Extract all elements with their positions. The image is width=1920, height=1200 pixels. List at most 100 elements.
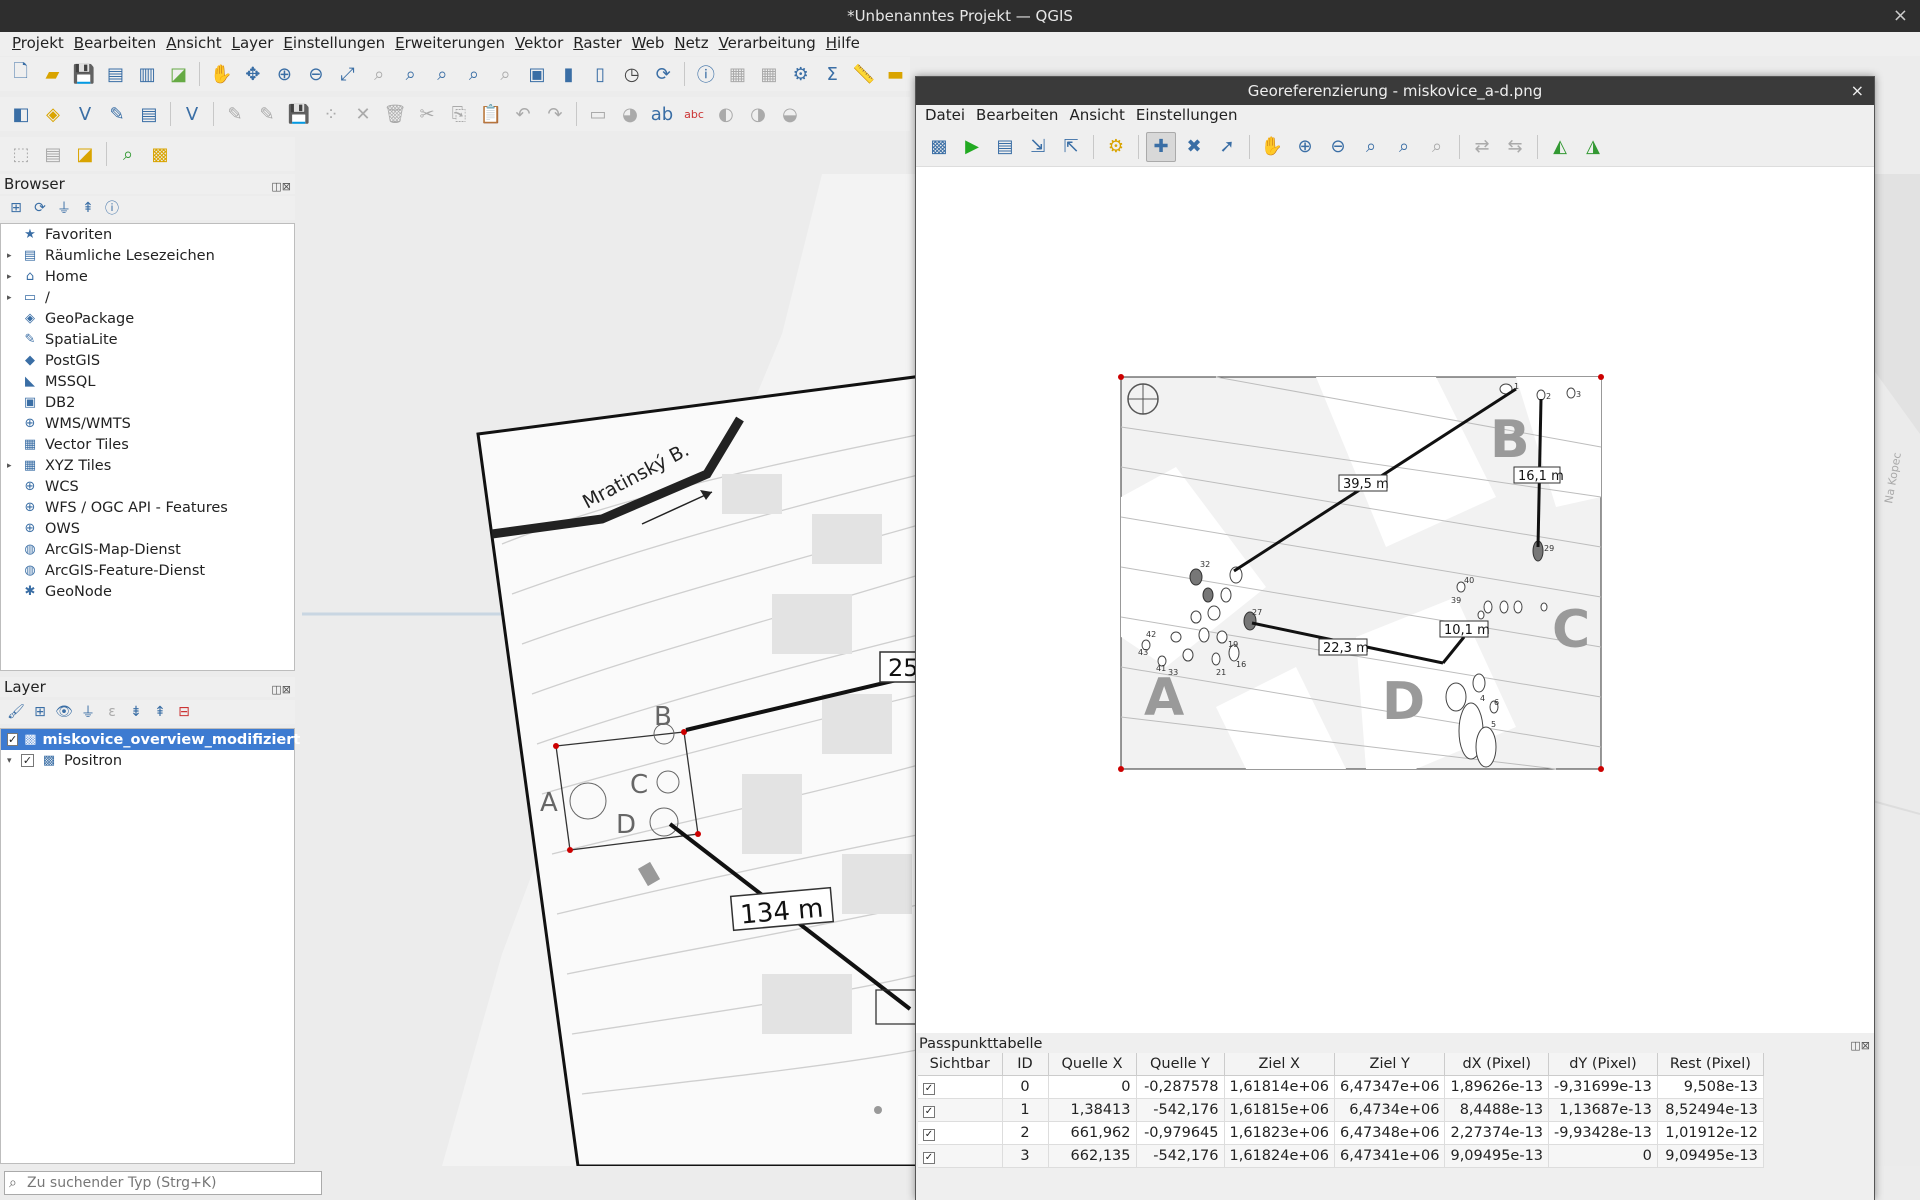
show-labels-icon[interactable]: ◑ [743, 100, 773, 128]
expand-arrow-icon[interactable]: ▸ [7, 461, 21, 471]
undo-icon[interactable]: ↶ [508, 100, 538, 128]
layout-manager-icon[interactable]: ▥ [132, 60, 162, 88]
georef-menu-bearbeiten[interactable]: Bearbeiten [973, 105, 1066, 127]
transformation-settings-icon[interactable]: ⚙ [1101, 132, 1131, 162]
pan-icon[interactable]: ✋ [1257, 132, 1287, 162]
link-georef-icon[interactable]: ⇄ [1467, 132, 1497, 162]
statistics-icon[interactable]: Σ [817, 60, 847, 88]
gcp-cell-visible[interactable]: ✓ [918, 1098, 1003, 1122]
identify-icon[interactable]: ⓘ [691, 60, 721, 88]
data-source-manager-icon[interactable]: ◧ [6, 100, 36, 128]
link-qgis-icon[interactable]: ⇆ [1500, 132, 1530, 162]
edit-toggle-icon[interactable]: ✎ [252, 100, 282, 128]
full-histogram-stretch-icon[interactable]: ◭ [1545, 132, 1575, 162]
expand-arrow-icon[interactable]: ▸ [7, 272, 21, 282]
browser-item[interactable]: ▸ ▤ Räumliche Lesezeichen [1, 245, 294, 266]
save-edits-icon[interactable]: 💾 [284, 100, 314, 128]
browser-item[interactable]: ◍ ArcGIS-Map-Dienst [1, 539, 294, 560]
menu-raster[interactable]: Raster [569, 32, 627, 56]
menu-erweiterungen[interactable]: Erweiterungen [391, 32, 511, 56]
gcp-table-row[interactable]: ✓ 1 1,38413 -542,176 1,61815e+06 6,4734e+06 8,… [918, 1098, 1764, 1122]
visibility-icon[interactable]: 👁 [54, 702, 74, 722]
zoom-next-icon[interactable]: ⌕ [1422, 132, 1452, 162]
georef-menu-ansicht[interactable]: Ansicht [1066, 105, 1132, 127]
menu-vektor[interactable]: Vektor [511, 32, 569, 56]
new-geopackage-icon[interactable]: ◈ [38, 100, 68, 128]
gcp-visible-checkbox[interactable]: ✓ [923, 1105, 935, 1118]
new-shapefile-icon[interactable]: V [70, 100, 100, 128]
diagram-tool-icon[interactable]: ◕ [615, 100, 645, 128]
gcp-column-header[interactable]: ID [1002, 1053, 1049, 1076]
attribute-table-icon[interactable]: ▦ [723, 60, 753, 88]
collapse-all-icon[interactable]: ⇞ [78, 198, 98, 218]
layer-item[interactable]: ✓ ▩ miskovice_overview_modifiziert [1, 729, 300, 750]
select-features-icon[interactable]: ⬚ [6, 140, 36, 168]
style-layer-icon[interactable]: 🖌 [6, 702, 26, 722]
save-gcp-icon[interactable]: ⇱ [1056, 132, 1086, 162]
delete-point-icon[interactable]: ✖ [1179, 132, 1209, 162]
new-project-icon[interactable]: 🗋 [6, 60, 36, 88]
browser-item[interactable]: ▸ ▦ XYZ Tiles [1, 455, 294, 476]
browser-item[interactable]: ▣ DB2 [1, 392, 294, 413]
gcp-visible-checkbox[interactable]: ✓ [923, 1128, 935, 1141]
browser-item[interactable]: ⊕ WFS / OGC API - Features [1, 497, 294, 518]
close-icon[interactable]: × [1893, 0, 1908, 32]
label-style-icon[interactable]: ab [647, 100, 677, 128]
save-project-icon[interactable]: 💾 [69, 60, 99, 88]
gcp-column-header[interactable]: Ziel X [1224, 1053, 1335, 1076]
zoom-native-icon[interactable]: ⌕ [428, 60, 458, 88]
move-label-icon[interactable]: ◒ [775, 100, 805, 128]
gcp-visible-checkbox[interactable]: ✓ [923, 1151, 935, 1164]
label-abc-icon[interactable]: abc [679, 100, 709, 128]
field-calculator-icon[interactable]: ▦ [754, 60, 784, 88]
georeferencer-canvas[interactable]: 123 32 29 40 39 27 19 456 42 43 41 33 21 16 39,5… [916, 167, 1874, 1033]
browser-item[interactable]: ◣ MSSQL [1, 371, 294, 392]
new-bookmark-icon[interactable]: ▮ [554, 60, 584, 88]
menu-einstellungen[interactable]: Einstellungen [279, 32, 391, 56]
style-manager-icon[interactable]: ◪ [164, 60, 194, 88]
redo-icon[interactable]: ↷ [540, 100, 570, 128]
panel-float-close-icon[interactable]: ◫⊠ [271, 680, 291, 700]
zoom-last-icon[interactable]: ⌕ [459, 60, 489, 88]
load-gcp-icon[interactable]: ⇲ [1023, 132, 1053, 162]
menu-web[interactable]: Web [628, 32, 671, 56]
refresh-icon[interactable]: ⟳ [649, 60, 679, 88]
new-map-view-icon[interactable]: ▣ [522, 60, 552, 88]
gcp-cell-visible[interactable]: ✓ [918, 1075, 1003, 1099]
gcp-column-header[interactable]: Rest (Pixel) [1657, 1053, 1764, 1076]
paste-icon[interactable]: 📋 [476, 100, 506, 128]
digitize-icon[interactable]: ✎ [220, 100, 250, 128]
gcp-column-header[interactable]: Sichtbar [918, 1053, 1003, 1076]
panel-float-close-icon[interactable]: ◫⊠ [1850, 1035, 1870, 1057]
gcp-column-header[interactable]: dX (Pixel) [1444, 1053, 1550, 1076]
browser-item[interactable]: ◈ GeoPackage [1, 308, 294, 329]
menu-layer[interactable]: Layer [228, 32, 280, 56]
expand-all-icon[interactable]: ⇟ [126, 702, 146, 722]
browser-item[interactable]: ▦ Vector Tiles [1, 434, 294, 455]
local-histogram-stretch-icon[interactable]: ◮ [1578, 132, 1608, 162]
browser-item[interactable]: ⊕ OWS [1, 518, 294, 539]
filter-icon[interactable]: ⏚ [54, 198, 74, 218]
zoom-last-icon[interactable]: ⌕ [1389, 132, 1419, 162]
browser-item[interactable]: ⊕ WCS [1, 476, 294, 497]
label-tool-icon[interactable]: ▭ [583, 100, 613, 128]
layer-visibility-checkbox[interactable]: ✓ [7, 733, 19, 746]
temporal-controller-icon[interactable]: ◷ [617, 60, 647, 88]
zoom-layer-icon[interactable]: ⌕ [1356, 132, 1386, 162]
close-icon[interactable]: × [1851, 77, 1864, 105]
filter-expression-icon[interactable]: ε [102, 702, 122, 722]
measure-icon[interactable]: 📏 [849, 60, 879, 88]
browser-item[interactable]: ★ Favoriten [1, 224, 294, 245]
start-georeferencing-icon[interactable]: ▶ [957, 132, 987, 162]
gcp-visible-checkbox[interactable]: ✓ [923, 1082, 935, 1095]
expand-arrow-icon[interactable]: ▸ [7, 251, 21, 261]
gcp-column-header[interactable]: Ziel Y [1334, 1053, 1446, 1076]
info-icon[interactable]: ⓘ [102, 198, 122, 218]
gcp-cell-visible[interactable]: ✓ [918, 1144, 1003, 1168]
open-raster-icon[interactable]: ▩ [924, 132, 954, 162]
zoom-selection-icon[interactable]: ⌕ [364, 60, 394, 88]
filter-legend-icon[interactable]: ⏚ [78, 702, 98, 722]
add-selected-icon[interactable]: ⊞ [6, 198, 26, 218]
zoom-in-icon[interactable]: ⊕ [1290, 132, 1320, 162]
browser-item[interactable]: ◍ ArcGIS-Feature-Dienst [1, 560, 294, 581]
